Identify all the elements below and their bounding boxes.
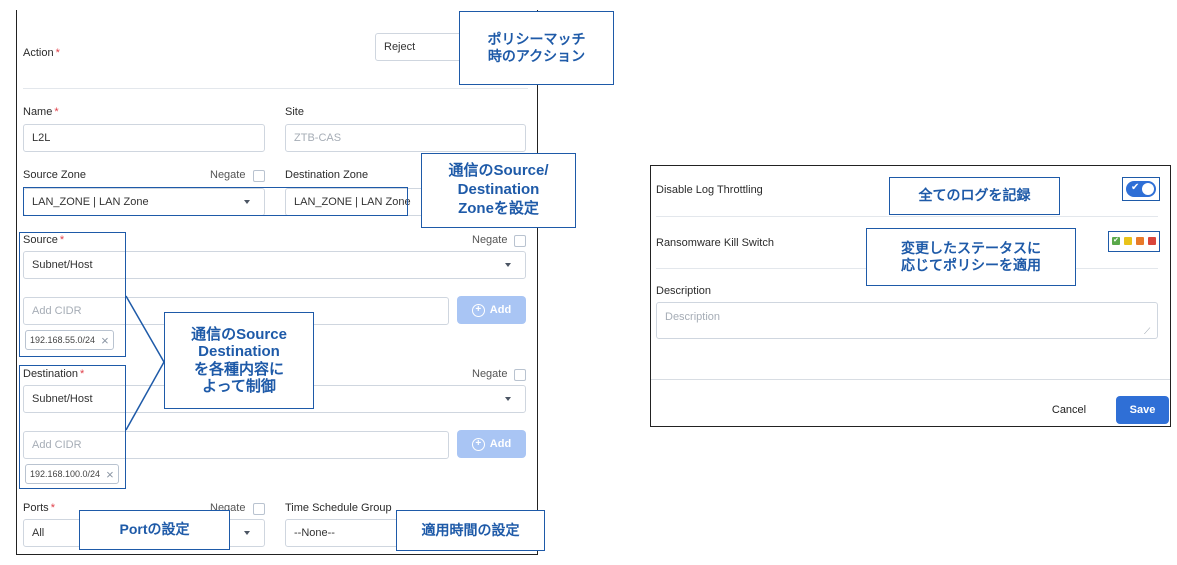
divider [656,216,1158,217]
callout-log: 全てのログを記録 [889,177,1060,215]
footer-divider [651,379,1170,380]
resize-handle-icon[interactable]: ⟋ [1144,326,1150,337]
toggle-highlight-box [1122,177,1160,201]
kill-switch-highlight-box [1108,231,1160,252]
kill-switch-label: Ransomware Kill Switch [656,237,774,249]
save-button[interactable]: Save [1116,396,1169,424]
cancel-button[interactable]: Cancel [1037,396,1101,424]
description-label: Description [656,285,712,297]
description-textarea[interactable]: Description [656,302,1158,339]
callout-kill-switch: 変更したステータスに 応じてポリシーを適用 [866,228,1076,286]
log-throttling-label: Disable Log Throttling [656,184,763,196]
